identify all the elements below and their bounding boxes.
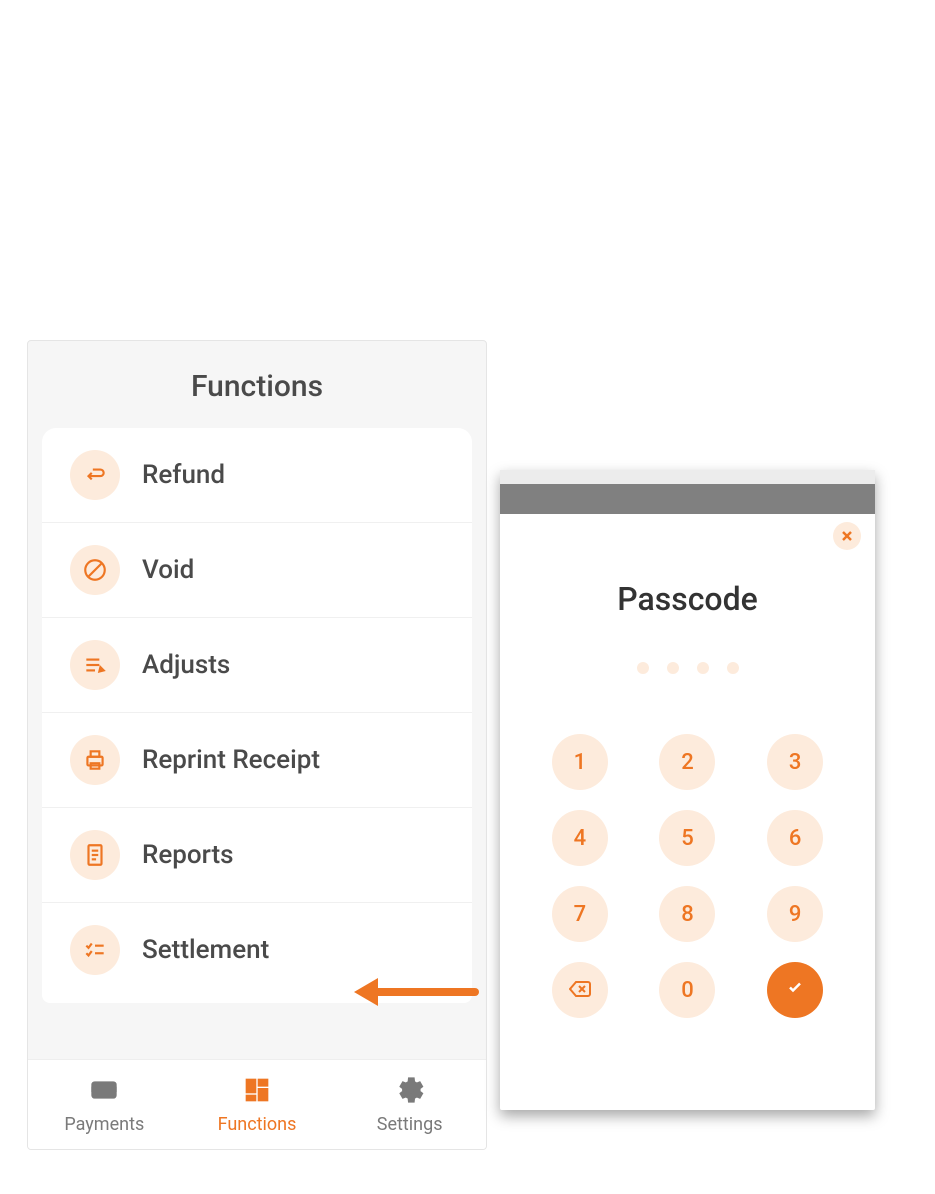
backspace-icon: [569, 978, 591, 1003]
passcode-dot: [637, 662, 649, 674]
functions-list: Refund Void Adjusts Reprint Receipt Repo: [42, 428, 472, 1003]
close-button[interactable]: [833, 522, 861, 550]
function-item-label: Reprint Receipt: [142, 745, 320, 775]
keypad: 1 2 3 4 5 6 7 8 9 0: [500, 734, 875, 1042]
report-icon: [70, 830, 120, 880]
keypad-0[interactable]: 0: [659, 962, 715, 1018]
function-item-adjusts[interactable]: Adjusts: [42, 618, 472, 713]
keypad-4[interactable]: 4: [552, 810, 608, 866]
function-item-refund[interactable]: Refund: [42, 428, 472, 523]
printer-icon: [70, 735, 120, 785]
keypad-2[interactable]: 2: [659, 734, 715, 790]
keypad-confirm[interactable]: [767, 962, 823, 1018]
keypad-7[interactable]: 7: [552, 886, 608, 942]
card-icon: [88, 1074, 120, 1110]
status-bar: [500, 470, 875, 484]
keypad-backspace[interactable]: [552, 962, 608, 1018]
gear-icon: [394, 1074, 426, 1110]
tab-label: Functions: [218, 1114, 297, 1135]
function-item-reports[interactable]: Reports: [42, 808, 472, 903]
function-item-label: Reports: [142, 840, 234, 870]
function-item-label: Adjusts: [142, 650, 230, 680]
tab-bar: Payments Functions Settings: [28, 1059, 486, 1149]
function-item-label: Refund: [142, 460, 225, 490]
check-icon: [784, 976, 806, 1004]
checklist-icon: [70, 925, 120, 975]
passcode-dot: [667, 662, 679, 674]
passcode-screen: Passcode 1 2 3 4 5 6 7 8 9 0: [500, 470, 875, 1110]
passcode-title: Passcode: [500, 580, 875, 618]
keypad-6[interactable]: 6: [767, 810, 823, 866]
close-icon: [841, 527, 853, 546]
function-item-label: Void: [142, 555, 194, 585]
tab-functions[interactable]: Functions: [197, 1074, 317, 1135]
keypad-1[interactable]: 1: [552, 734, 608, 790]
tab-label: Payments: [64, 1114, 144, 1135]
return-icon: [70, 450, 120, 500]
keypad-8[interactable]: 8: [659, 886, 715, 942]
tab-label: Settings: [377, 1114, 443, 1135]
keypad-5[interactable]: 5: [659, 810, 715, 866]
prohibit-icon: [70, 545, 120, 595]
function-item-label: Settlement: [142, 935, 269, 965]
function-item-reprint[interactable]: Reprint Receipt: [42, 713, 472, 808]
edit-lines-icon: [70, 640, 120, 690]
passcode-dot: [727, 662, 739, 674]
keypad-9[interactable]: 9: [767, 886, 823, 942]
functions-title: Functions: [28, 341, 486, 428]
tab-payments[interactable]: Payments: [44, 1074, 164, 1135]
passcode-dots: [500, 662, 875, 674]
functions-screen: Functions Refund Void Adjusts Reprint Re…: [27, 340, 487, 1150]
app-bar: [500, 484, 875, 514]
tab-settings[interactable]: Settings: [350, 1074, 470, 1135]
function-item-void[interactable]: Void: [42, 523, 472, 618]
keypad-3[interactable]: 3: [767, 734, 823, 790]
grid-icon: [241, 1074, 273, 1110]
passcode-dot: [697, 662, 709, 674]
arrow-indicator: [350, 972, 480, 1012]
